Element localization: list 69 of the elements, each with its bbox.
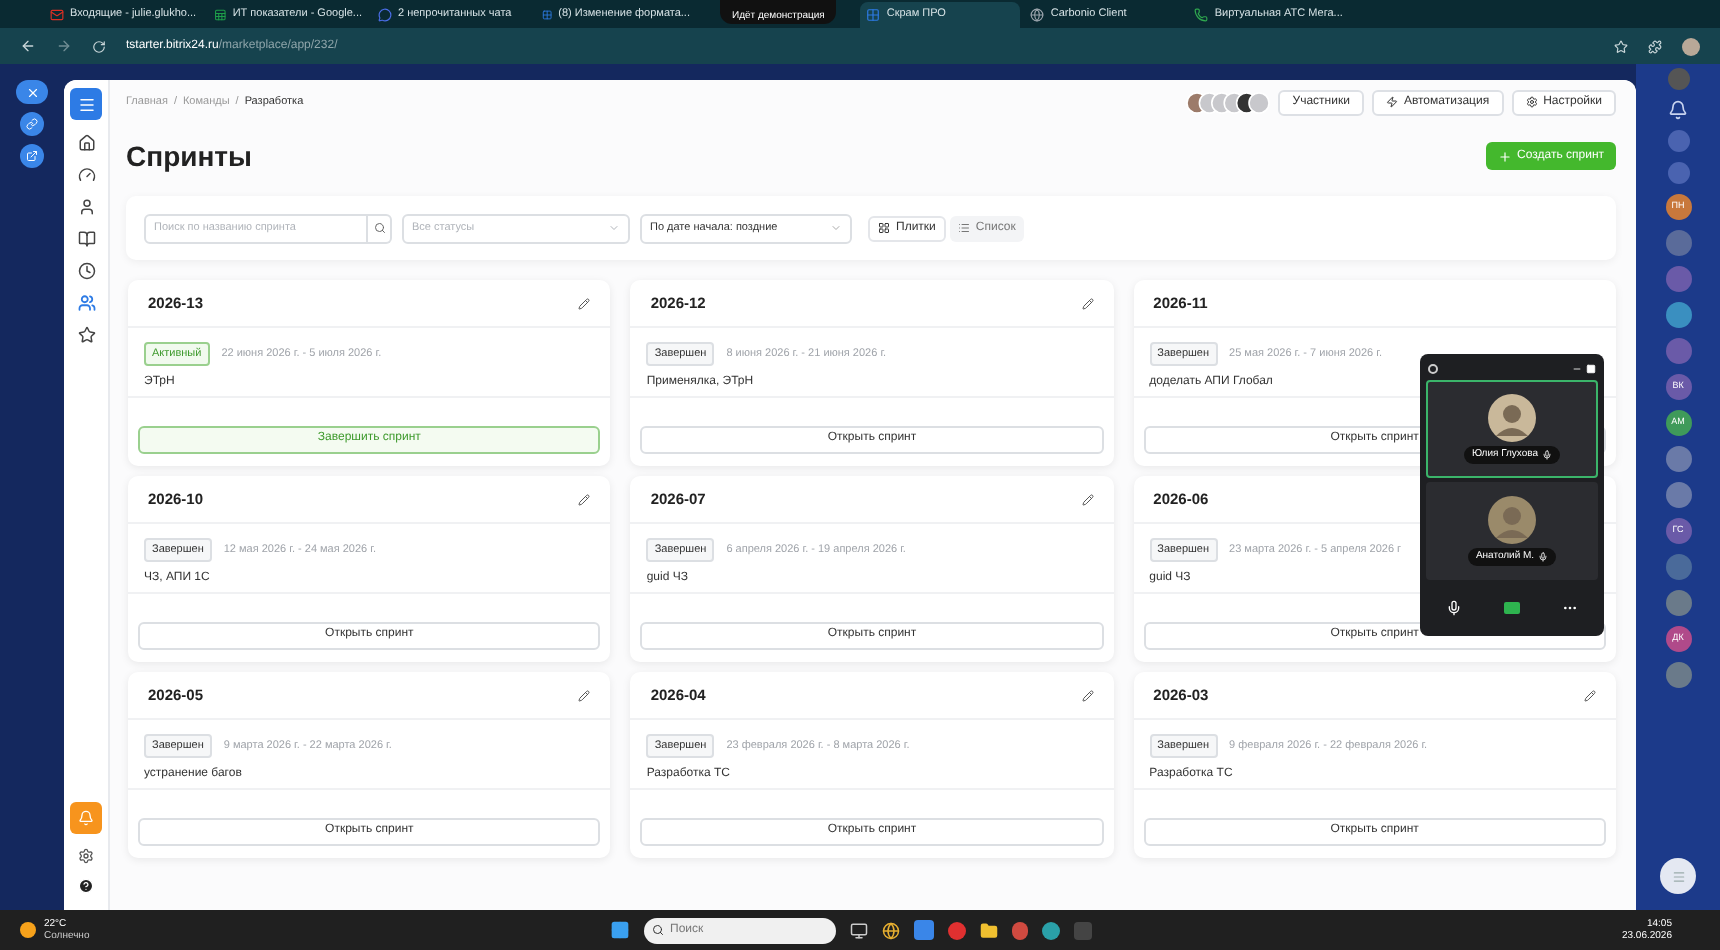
close-icon bbox=[25, 85, 39, 99]
contact-avatar[interactable] bbox=[1665, 482, 1691, 508]
browser-icon[interactable] bbox=[882, 921, 900, 939]
contact-avatar[interactable] bbox=[1665, 446, 1691, 472]
search-icon bbox=[373, 222, 385, 234]
camera-status-icon bbox=[1428, 363, 1438, 373]
tab-favicon-icon bbox=[378, 8, 392, 22]
start-icon[interactable] bbox=[610, 920, 630, 940]
back-icon[interactable] bbox=[20, 38, 36, 54]
menu-button[interactable] bbox=[70, 88, 102, 120]
settings-icon bbox=[1525, 96, 1538, 108]
lightning-icon bbox=[1385, 96, 1398, 108]
home-icon[interactable] bbox=[77, 134, 95, 152]
menu-circle-button[interactable] bbox=[1660, 858, 1696, 894]
maximize-icon[interactable] bbox=[1586, 363, 1596, 373]
folder-icon[interactable] bbox=[980, 921, 998, 939]
participant-avatar bbox=[1488, 393, 1536, 442]
edit-icon[interactable] bbox=[578, 297, 591, 309]
tab-favicon-icon bbox=[214, 8, 227, 22]
reload-icon[interactable] bbox=[92, 39, 106, 53]
gauge-icon[interactable] bbox=[77, 166, 95, 184]
mic-icon bbox=[1542, 450, 1553, 460]
page-title: Спринты bbox=[126, 137, 252, 176]
microphone-icon[interactable] bbox=[1446, 600, 1463, 616]
tab-favicon-icon bbox=[866, 8, 881, 22]
link-button[interactable] bbox=[20, 112, 44, 136]
edit-icon[interactable] bbox=[1583, 689, 1596, 701]
profile-avatar[interactable] bbox=[1682, 37, 1700, 55]
screen-share-icon[interactable] bbox=[1503, 602, 1520, 614]
edit-icon[interactable] bbox=[1081, 689, 1094, 701]
external-link-button[interactable] bbox=[20, 144, 44, 168]
task-view-icon[interactable] bbox=[850, 921, 868, 939]
bookmark-icon[interactable] bbox=[1614, 39, 1628, 53]
tab-favicon-icon bbox=[1194, 8, 1209, 22]
help-icon[interactable] bbox=[78, 878, 94, 894]
tab-favicon-icon bbox=[50, 8, 64, 22]
search-icon bbox=[652, 924, 664, 936]
extensions-icon[interactable] bbox=[1648, 39, 1662, 53]
settings-icon[interactable] bbox=[78, 848, 94, 864]
edit-icon[interactable] bbox=[578, 689, 591, 701]
link-icon bbox=[26, 118, 38, 130]
notifications-icon[interactable] bbox=[1668, 100, 1688, 120]
participant-avatar bbox=[1488, 495, 1536, 544]
menu-icon bbox=[1671, 869, 1685, 883]
star-icon[interactable] bbox=[77, 326, 95, 344]
bell-icon bbox=[78, 810, 94, 826]
list-icon bbox=[957, 222, 970, 234]
mic-icon bbox=[1538, 552, 1549, 562]
menu-icon bbox=[77, 95, 95, 113]
chevron-down-icon bbox=[830, 222, 842, 234]
member-avatars-drawing bbox=[1186, 91, 1271, 113]
book-icon[interactable] bbox=[77, 230, 95, 248]
plus-icon bbox=[1497, 149, 1512, 163]
chevron-down-icon bbox=[608, 222, 620, 234]
tab-favicon-icon bbox=[542, 8, 553, 22]
sun-icon bbox=[20, 922, 36, 938]
user-icon[interactable] bbox=[77, 198, 95, 216]
edit-icon[interactable] bbox=[1081, 297, 1094, 309]
minimize-icon[interactable] bbox=[1572, 363, 1582, 373]
edit-icon[interactable] bbox=[1081, 493, 1094, 505]
clock-icon[interactable] bbox=[77, 262, 95, 280]
grid-icon bbox=[878, 222, 890, 234]
close-button[interactable] bbox=[16, 80, 48, 104]
contact-avatar[interactable] bbox=[1665, 302, 1691, 328]
tab-favicon-icon bbox=[1030, 8, 1045, 22]
edit-icon[interactable] bbox=[578, 493, 591, 505]
external-link-icon bbox=[26, 150, 38, 162]
search-button[interactable] bbox=[368, 213, 392, 243]
users-icon[interactable] bbox=[77, 294, 95, 312]
